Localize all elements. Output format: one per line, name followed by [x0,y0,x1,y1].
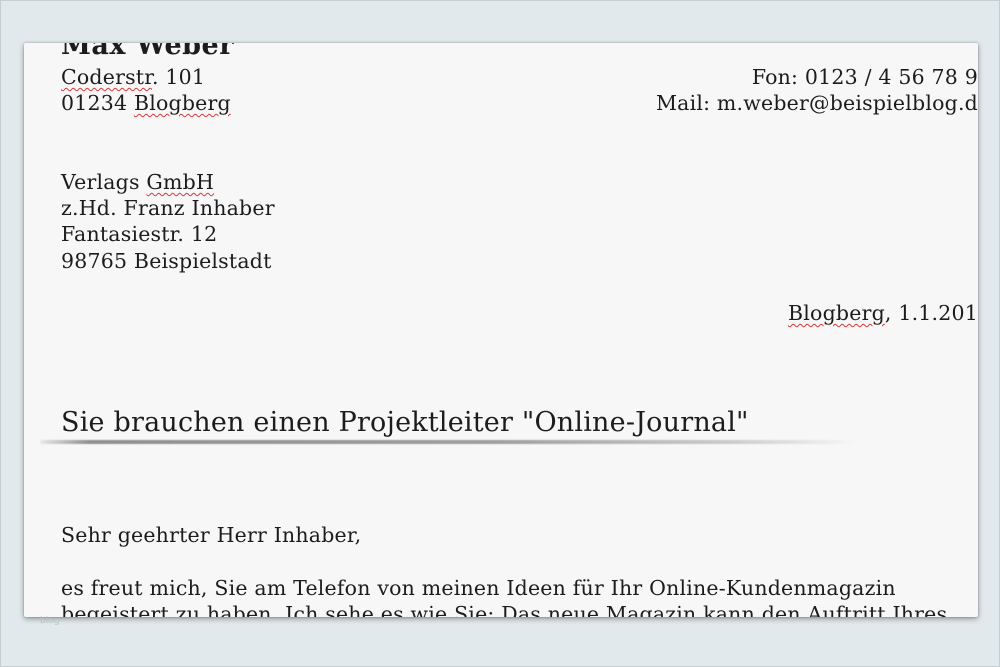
recipient-attention: z.Hd. Franz Inhaber [61,196,275,220]
sender-name: Max Weber [61,43,234,61]
body-line-2: begeistert zu haben. Ich sehe es wie Sie… [61,602,948,617]
body-line-1: es freut mich, Sie am Telefon von meinen… [61,576,896,600]
sender-city-line: 01234 Blogberg [61,90,231,116]
recipient-company-suffix: GmbH [146,170,215,194]
sender-street-number: . 101 [152,65,206,89]
recipient-company: Verlags GmbH [61,169,214,195]
sender-phone: Fon: 0123 / 4 56 78 9 [751,65,978,89]
sender-street: Coderstr. 101 [61,64,205,90]
watermark-text: blog [40,616,60,626]
sender-city: Blogberg [133,91,231,115]
recipient-city: 98765 Beispielstadt [61,249,272,273]
date-place: Blogberg [788,301,885,325]
letter-subject: Sie brauchen einen Projektleiter "Online… [61,407,749,438]
letter-sheet: Max Weber Coderstr. 101 01234 Blogberg F… [24,43,978,617]
sender-email: Mail: m.weber@beispielblog.d [655,91,978,115]
recipient-company-word: Verlags [61,170,147,194]
letter-date: Blogberg, 1.1.201 [788,300,978,326]
date-value: , 1.1.201 [884,301,978,325]
sender-zip: 01234 [61,91,134,115]
recipient-street: Fantasiestr. 12 [61,222,218,246]
sender-street-word: Coderstr [61,65,152,89]
salutation: Sehr geehrter Herr Inhaber, [61,523,362,547]
subject-underline [40,440,855,444]
